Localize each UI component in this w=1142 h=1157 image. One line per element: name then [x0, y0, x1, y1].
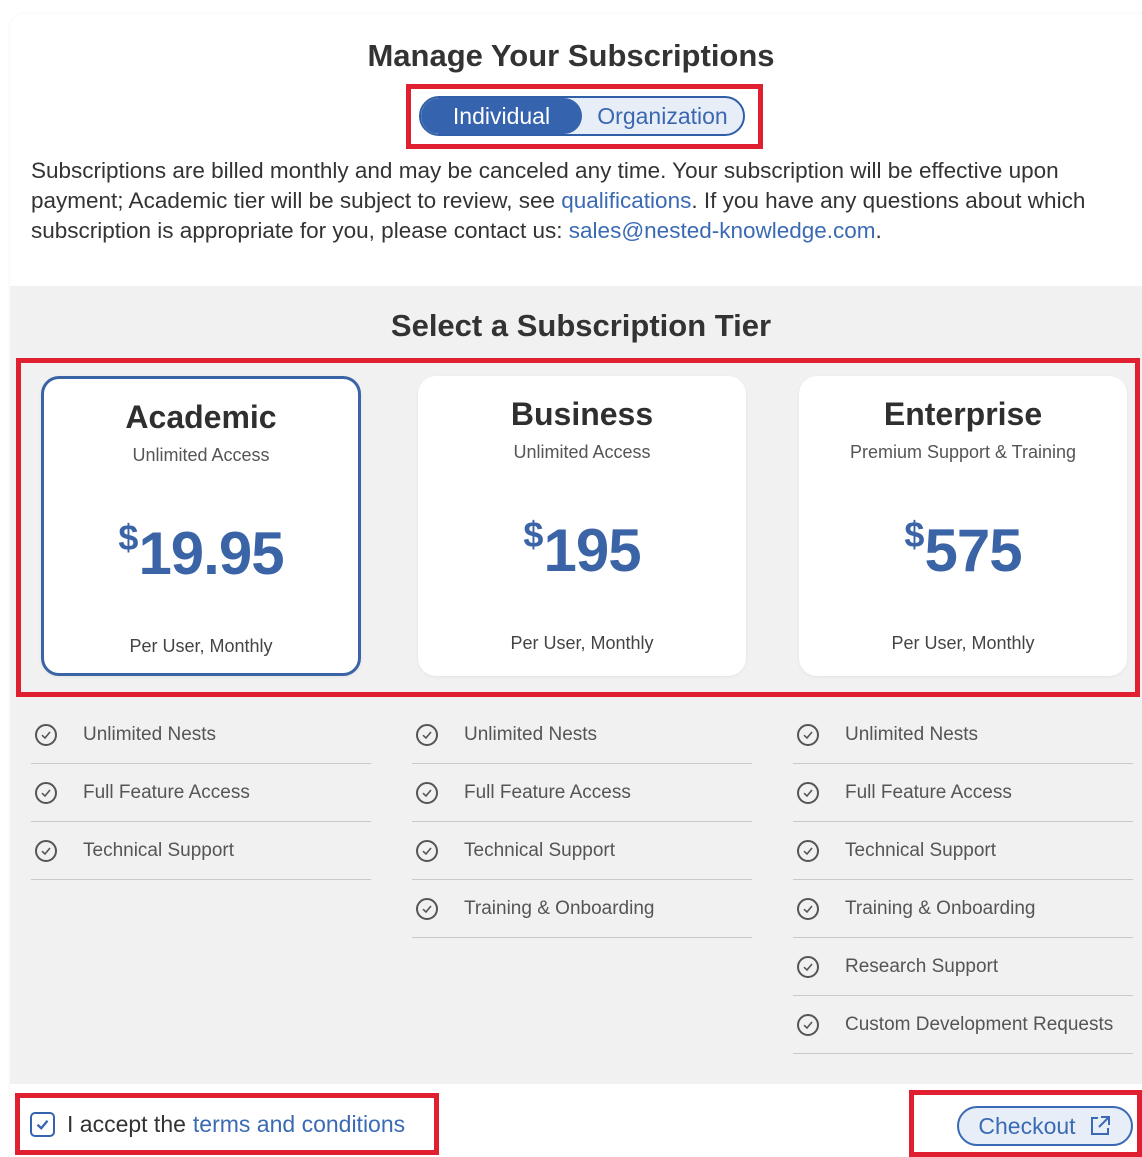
tier-name: Business	[510, 396, 654, 432]
currency-symbol: $	[118, 517, 138, 558]
check-circle-icon	[35, 839, 57, 862]
terms-link[interactable]: terms and conditions	[193, 1111, 405, 1138]
tier-billing-period: Per User, Monthly	[510, 633, 654, 653]
feature-list-business: Unlimited Nests Full Feature Access Tech…	[412, 706, 752, 938]
check-circle-icon	[416, 897, 438, 920]
tier-billing-period: Per User, Monthly	[129, 636, 273, 656]
feature-item: Training & Onboarding	[793, 880, 1133, 938]
checkmark-icon	[36, 1120, 49, 1130]
feature-item: Technical Support	[793, 822, 1133, 880]
tier-name: Academic	[125, 399, 277, 435]
price-value: 19.95	[138, 520, 284, 587]
feature-label: Full Feature Access	[83, 781, 250, 803]
currency-symbol: $	[523, 514, 543, 555]
check-circle-icon	[797, 1013, 819, 1036]
tier-billing-period: Per User, Monthly	[891, 633, 1035, 653]
currency-symbol: $	[904, 514, 924, 555]
tier-card-business[interactable]: Business Unlimited Access $195 Per User,…	[418, 376, 746, 676]
price-value: 195	[543, 517, 641, 584]
tier-subtitle: Unlimited Access	[132, 445, 270, 465]
toggle-option-individual[interactable]: Individual	[421, 98, 582, 134]
check-circle-icon	[797, 897, 819, 920]
toggle-option-organization[interactable]: Organization	[582, 98, 743, 134]
feature-label: Unlimited Nests	[464, 723, 598, 745]
tier-price: $575	[799, 514, 1127, 585]
feature-label: Custom Development Requests	[845, 1013, 1114, 1035]
feature-label: Unlimited Nests	[83, 723, 217, 745]
feature-item: Full Feature Access	[412, 764, 752, 822]
terms-label: I accept the	[67, 1111, 186, 1137]
feature-label: Training & Onboarding	[845, 897, 1036, 919]
feature-label: Technical Support	[845, 839, 997, 861]
feature-label: Full Feature Access	[845, 781, 1012, 803]
feature-label: Technical Support	[83, 839, 235, 861]
tier-price: $19.95	[44, 517, 358, 588]
feature-item: Research Support	[793, 938, 1133, 996]
check-circle-icon	[797, 955, 819, 978]
check-circle-icon	[797, 839, 819, 862]
feature-label: Technical Support	[464, 839, 616, 861]
checkout-button[interactable]: Checkout	[957, 1106, 1133, 1146]
feature-item: Technical Support	[31, 822, 371, 880]
check-circle-icon	[416, 839, 438, 862]
account-type-toggle[interactable]: Individual Organization	[419, 96, 745, 136]
tier-price: $195	[418, 514, 746, 585]
price-value: 575	[924, 517, 1022, 584]
feature-item: Custom Development Requests	[793, 996, 1133, 1054]
feature-item: Full Feature Access	[793, 764, 1133, 822]
tier-subtitle: Premium Support & Training	[849, 442, 1077, 462]
check-circle-icon	[416, 723, 438, 746]
external-link-icon	[1090, 1116, 1110, 1135]
feature-item: Unlimited Nests	[412, 706, 752, 764]
qualifications-link[interactable]: qualifications	[561, 188, 691, 213]
feature-item: Unlimited Nests	[31, 706, 371, 764]
feature-item: Technical Support	[412, 822, 752, 880]
feature-list-enterprise: Unlimited Nests Full Feature Access Tech…	[793, 706, 1133, 1054]
feature-label: Full Feature Access	[464, 781, 631, 803]
tier-card-academic[interactable]: Academic Unlimited Access $19.95 Per Use…	[41, 376, 361, 676]
feature-list-academic: Unlimited Nests Full Feature Access Tech…	[31, 706, 371, 880]
check-circle-icon	[797, 781, 819, 804]
terms-checkbox[interactable]	[30, 1112, 55, 1137]
check-circle-icon	[35, 781, 57, 804]
feature-label: Research Support	[845, 955, 999, 977]
tier-subtitle: Unlimited Access	[513, 442, 651, 462]
tier-card-enterprise[interactable]: Enterprise Premium Support & Training $5…	[799, 376, 1127, 676]
checkout-label: Checkout	[978, 1112, 1076, 1139]
check-circle-icon	[416, 781, 438, 804]
check-circle-icon	[797, 723, 819, 746]
page-title: Manage Your Subscriptions	[367, 38, 775, 73]
feature-label: Training & Onboarding	[464, 897, 655, 919]
feature-label: Unlimited Nests	[845, 723, 979, 745]
billing-intro-text: Subscriptions are billed monthly and may…	[31, 158, 1086, 243]
tier-section-title: Select a Subscription Tier	[390, 308, 772, 343]
terms-acceptance: I accept the terms and conditions	[30, 1111, 405, 1138]
sales-email-link[interactable]: sales@nested-knowledge.com	[569, 218, 876, 243]
feature-item: Training & Onboarding	[412, 880, 752, 938]
check-circle-icon	[35, 723, 57, 746]
feature-item: Full Feature Access	[31, 764, 371, 822]
feature-item: Unlimited Nests	[793, 706, 1133, 764]
tier-name: Enterprise	[883, 396, 1043, 432]
